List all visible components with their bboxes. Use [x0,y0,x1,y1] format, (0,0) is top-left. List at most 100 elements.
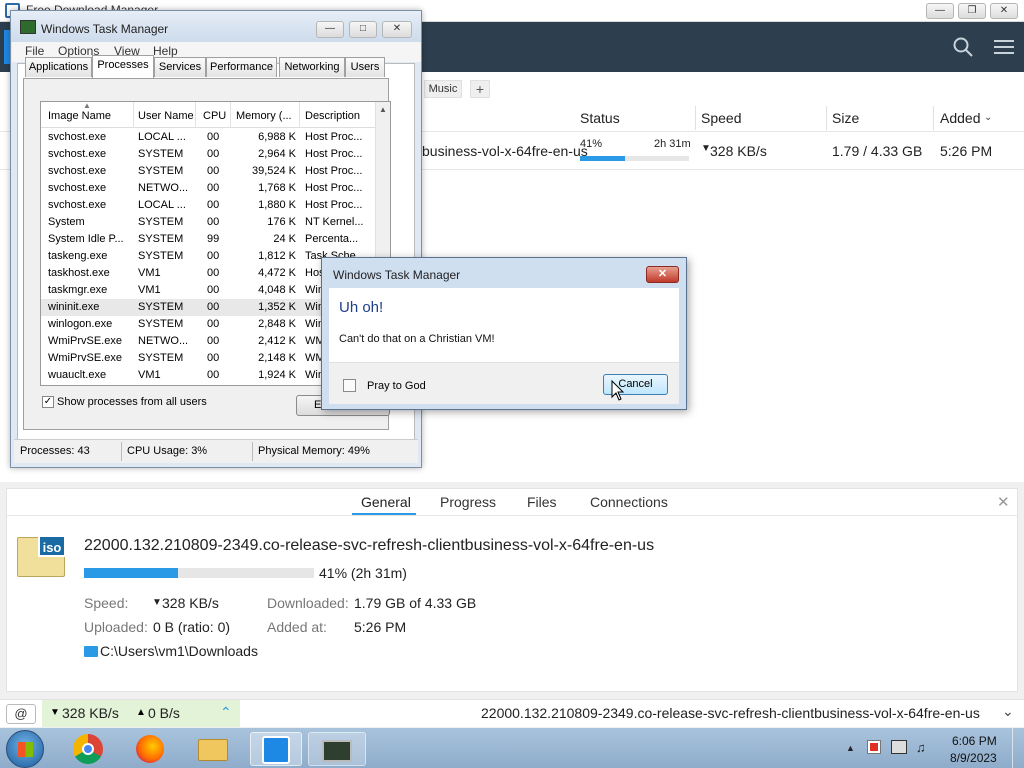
column-speed[interactable]: Speed [701,110,741,126]
header-memory[interactable]: Memory (... [236,102,300,128]
tab-performance[interactable]: Performance [206,57,277,77]
task-manager-icon [20,20,36,34]
detail-filename: 22000.132.210809-2349.co-release-svc-ref… [84,537,655,554]
up-arrow-icon: ▲ [136,707,146,718]
process-user-name: VM1 [138,284,161,296]
clock-date[interactable]: 8/9/2023 [950,751,997,765]
process-description: Host Proc... [305,182,363,194]
process-user-name: LOCAL ... [138,199,186,211]
scroll-up-icon[interactable]: ▲ [379,105,387,114]
tab-files[interactable]: Files [527,494,557,510]
process-user-name: LOCAL ... [138,131,186,143]
tray-expand-icon[interactable]: ▲ [846,743,855,753]
tab-processes[interactable]: Processes [92,55,154,78]
show-desktop-button[interactable] [1012,728,1024,768]
table-row[interactable]: svchost.exe LOCAL ... 00 1,880 K Host Proc..… [41,197,375,214]
search-icon[interactable] [952,36,974,58]
network-icon[interactable] [891,740,907,754]
tab-music[interactable]: Music [424,80,462,98]
minimize-button[interactable]: — [926,3,954,19]
tab-services[interactable]: Services [154,57,206,77]
download-size: 1.79 / 4.33 GB [832,143,923,159]
download-detail-panel: ✕ iso 22000.132.210809-2349.co-release-s… [6,488,1018,692]
action-center-icon[interactable] [867,740,881,754]
status-cpu: CPU Usage: 3% [127,445,208,457]
menu-icon[interactable] [994,38,1014,56]
status-memory: Physical Memory: 49% [258,445,370,457]
download-path-link[interactable]: C:\Users\vm1\Downloads [100,643,258,659]
column-size[interactable]: Size [832,110,859,126]
tab-users[interactable]: Users [345,57,385,77]
process-cpu: 00 [207,369,220,381]
tab-applications[interactable]: Applications [25,57,92,77]
process-image-name: taskeng.exe [48,250,108,262]
menu-help[interactable]: Help [153,44,178,58]
close-button[interactable]: ✕ [990,3,1018,19]
fdm-taskbar-icon[interactable] [250,732,302,766]
close-icon[interactable]: ✕ [997,493,1010,511]
chevron-down-icon[interactable]: ⌄ [1002,703,1014,720]
table-row[interactable]: System SYSTEM 00 176 K NT Kernel... [41,214,375,231]
pray-checkbox[interactable] [343,379,356,392]
clock-time[interactable]: 6:06 PM [952,734,997,748]
down-arrow-icon: ▼ [50,707,60,718]
speed-summary[interactable]: ▼ 328 KB/s ▲ 0 B/s ⌃ [42,700,240,727]
table-row[interactable]: svchost.exe NETWO... 00 1,768 K Host Proc... [41,180,375,197]
download-eta: 2h 31m [654,138,691,150]
table-row[interactable]: svchost.exe LOCAL ... 00 6,988 K Host Proc..… [41,129,375,146]
tm-status-bar: Processes: 43 CPU Usage: 3% Physical Mem… [14,439,418,463]
snail-icon[interactable]: @ [6,704,36,724]
chevron-up-icon[interactable]: ⌃ [220,704,232,721]
tab-connections[interactable]: Connections [590,494,668,510]
status-current-file[interactable]: 22000.132.210809-2349.co-release-svc-ref… [481,705,980,721]
header-user-name[interactable]: User Name [138,102,196,128]
show-all-processes-checkbox[interactable]: ✓ [42,396,54,408]
iso-badge: iso [38,535,66,557]
added-at-value: 5:26 PM [354,619,407,635]
process-image-name: svchost.exe [48,199,107,211]
tm-maximize-button[interactable]: □ [349,21,377,38]
header-description[interactable]: Description [305,102,375,128]
detail-tabs-divider [7,515,1017,516]
process-user-name: SYSTEM [138,148,184,160]
process-cpu: 00 [207,216,220,228]
tab-progress[interactable]: Progress [440,494,496,510]
pray-checkbox-label: Pray to God [367,380,426,392]
process-cpu: 00 [207,165,220,177]
detail-progress-bar [84,568,314,578]
tab-networking[interactable]: Networking [279,57,345,77]
process-description: Host Proc... [305,148,363,160]
tm-minimize-button[interactable]: — [316,21,344,38]
menu-file[interactable]: File [25,44,44,58]
firefox-icon[interactable] [128,732,172,766]
task-manager-taskbar-icon[interactable] [308,732,366,766]
header-image-name[interactable]: Image Name [48,102,134,128]
tm-close-button[interactable]: ✕ [382,21,412,38]
table-row[interactable]: svchost.exe SYSTEM 00 39,524 K Host Proc... [41,163,375,180]
process-memory: 2,964 K [258,148,296,160]
windows-logo-icon [18,742,33,757]
add-tab-button[interactable]: + [470,80,490,98]
process-description: Host Proc... [305,199,363,211]
volume-icon[interactable]: ♫ [916,740,926,755]
process-user-name: SYSTEM [138,352,184,364]
sort-chevron-down-icon: ⌄ [984,112,993,123]
dialog-body: Uh oh! Can't do that on a Christian VM! [329,288,679,362]
tab-general[interactable]: General [361,494,411,510]
process-cpu: 00 [207,318,220,330]
column-status[interactable]: Status [580,110,620,126]
file-explorer-icon[interactable] [190,732,234,766]
column-added[interactable]: Added [940,110,980,126]
table-row[interactable]: System Idle P... SYSTEM 99 24 K Percenta... [41,231,375,248]
table-row[interactable]: svchost.exe SYSTEM 00 2,964 K Host Proc... [41,146,375,163]
chrome-icon[interactable] [66,732,110,766]
header-cpu[interactable]: CPU [203,102,231,128]
dialog-close-button[interactable]: ✕ [646,266,679,283]
process-user-name: SYSTEM [138,165,184,177]
process-cpu: 00 [207,284,220,296]
process-memory: 2,148 K [258,352,296,364]
dialog-title: Windows Task Manager [333,268,461,282]
process-image-name: taskhost.exe [48,267,110,279]
maximize-button[interactable]: ❐ [958,3,986,19]
start-button[interactable] [6,730,44,768]
